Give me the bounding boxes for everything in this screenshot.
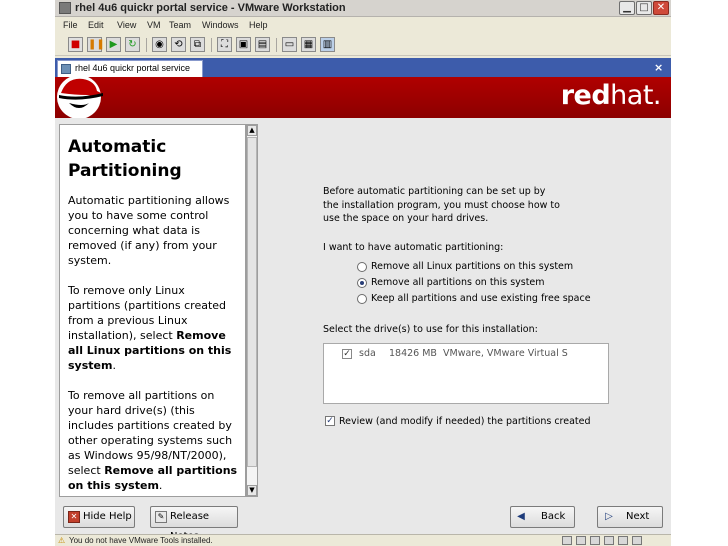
tab-rhel-vm[interactable]: rhel 4u6 quickr portal service [57, 60, 203, 77]
drive-size: 18426 MB [389, 347, 437, 359]
sound-icon[interactable] [618, 536, 628, 545]
radio-button[interactable] [357, 261, 367, 272]
help-text: . [112, 359, 116, 372]
next-button[interactable]: ▷ Next [597, 506, 663, 528]
help-panel: Automatic Partitioning Automatic partiti… [59, 124, 246, 497]
floppy-icon[interactable] [632, 536, 642, 545]
snapshot-icon[interactable]: ◉ [152, 37, 167, 52]
window-title: rhel 4u6 quickr portal service - VMware … [75, 2, 346, 14]
release-notes-button[interactable]: ✎ Release Notes [150, 506, 238, 542]
review-checkbox[interactable]: ✓ [325, 415, 335, 426]
scroll-up-icon[interactable]: ▲ [247, 125, 257, 136]
back-arrow-icon: ◀ [517, 511, 525, 522]
fullscreen-icon[interactable]: ⛶ [217, 37, 232, 52]
hide-help-label: Hide Help [83, 511, 132, 522]
menu-bar: File Edit View VM Team Windows Help [55, 18, 671, 34]
help-paragraph: To remove only Linux partitions (partiti… [68, 283, 240, 373]
status-bar: ⚠ You do not have VMware Tools installed… [55, 534, 671, 546]
next-label: Next [626, 511, 650, 522]
appliance-view-icon[interactable]: ▦ [301, 37, 316, 52]
cdrom-icon[interactable] [590, 536, 600, 545]
drive-row-sda[interactable]: ✓ sda 18426 MB VMware, VMware Virtual S [325, 344, 607, 362]
status-message: You do not have VMware Tools installed. [69, 536, 213, 545]
menu-windows[interactable]: Windows [202, 20, 239, 30]
hide-help-icon: ✕ [68, 511, 80, 523]
stop-icon[interactable]: ■ [68, 37, 83, 52]
help-content: Automatic Partitioning Automatic partiti… [68, 135, 240, 496]
menu-edit[interactable]: Edit [88, 20, 104, 30]
option-label: Remove all Linux partitions on this syst… [371, 260, 574, 272]
console-view-icon[interactable]: ▭ [282, 37, 297, 52]
disk-icon[interactable] [576, 536, 586, 545]
release-notes-icon: ✎ [155, 511, 167, 523]
radio-button[interactable] [357, 293, 367, 304]
partitioning-form: Before automatic partitioning can be set… [323, 185, 623, 429]
help-text: . [158, 479, 163, 492]
play-icon[interactable]: ▶ [106, 37, 121, 52]
option-keep-all-partitions[interactable]: Keep all partitions and use existing fre… [323, 291, 623, 306]
help-paragraph: To remove all partitions on your hard dr… [68, 388, 240, 493]
quick-switch-icon[interactable]: ▣ [236, 37, 251, 52]
summary-icon[interactable]: ▤ [255, 37, 270, 52]
help-scrollbar[interactable]: ▲ ▼ [246, 124, 258, 497]
help-title: Automatic Partitioning [68, 137, 182, 181]
title-bar: rhel 4u6 quickr portal service - VMware … [55, 0, 671, 17]
review-partitions-option[interactable]: ✓ Review (and modify if needed) the part… [323, 414, 623, 429]
partitioning-question: I want to have automatic partitioning: [323, 241, 504, 253]
brand-red: red [560, 80, 611, 111]
vm-icon [61, 64, 71, 74]
menu-file[interactable]: File [63, 20, 78, 30]
reset-icon[interactable]: ↻ [125, 37, 140, 52]
guest-screen: redhat. Automatic Partitioning Automatic… [55, 77, 671, 542]
network-icon[interactable] [562, 536, 572, 545]
back-label: Back [541, 511, 566, 522]
usb-icon[interactable] [604, 536, 614, 545]
scroll-thumb[interactable] [247, 137, 257, 467]
close-icon[interactable]: ✕ [653, 1, 669, 15]
help-paragraph: Automatic partitioning allows you to hav… [68, 194, 230, 267]
option-label: Keep all partitions and use existing fre… [371, 292, 591, 304]
scroll-down-icon[interactable]: ▼ [247, 485, 257, 496]
review-label: Review (and modify if needed) the partit… [339, 415, 591, 427]
toolbar-separator [276, 38, 277, 52]
back-button[interactable]: ◀ Back [510, 506, 575, 528]
toolbar: ■ ❚❚ ▶ ↻ ◉ ⟲ ⧉ ⛶ ▣ ▤ ▭ ▦ ▥ [55, 34, 671, 56]
shadowman-logo [57, 77, 103, 118]
hide-help-button[interactable]: ✕ Hide Help [63, 506, 135, 528]
option-remove-all-partitions[interactable]: Remove all partitions on this system [323, 275, 623, 290]
intro-text: Before automatic partitioning can be set… [323, 186, 560, 224]
vmware-window: rhel 4u6 quickr portal service - VMware … [55, 0, 671, 546]
option-remove-linux-partitions[interactable]: Remove all Linux partitions on this syst… [323, 259, 623, 274]
drive-checkbox[interactable]: ✓ [342, 348, 352, 359]
menu-team[interactable]: Team [169, 20, 191, 30]
vmware-app-icon [59, 2, 71, 14]
toolbar-separator [146, 38, 147, 52]
option-label: Remove all partitions on this system [371, 276, 545, 288]
revert-icon[interactable]: ⟲ [171, 37, 186, 52]
minimize-icon[interactable]: ▁ [619, 1, 635, 15]
vm-tab-bar: rhel 4u6 quickr portal service × [55, 58, 671, 77]
drive-model: VMware, VMware Virtual S [443, 347, 568, 359]
next-arrow-icon: ▷ [605, 511, 613, 522]
menu-vm[interactable]: VM [147, 20, 161, 30]
drive-name: sda [359, 347, 376, 359]
toolbar-separator [211, 38, 212, 52]
close-tab-icon[interactable]: × [654, 61, 663, 74]
menu-view[interactable]: View [117, 20, 136, 30]
drives-label: Select the drive(s) to use for this inst… [323, 323, 538, 335]
brand-hat: hat. [610, 80, 661, 111]
menu-help[interactable]: Help [249, 20, 268, 30]
maximize-icon[interactable]: □ [636, 1, 652, 15]
warning-icon: ⚠ [58, 536, 66, 545]
thumbnail-icon[interactable]: ▥ [320, 37, 335, 52]
drive-list: ✓ sda 18426 MB VMware, VMware Virtual S [323, 342, 609, 404]
radio-button-selected[interactable] [357, 277, 367, 288]
snapshot-manager-icon[interactable]: ⧉ [190, 37, 205, 52]
redhat-logo-text: redhat. [560, 80, 662, 111]
tab-label: rhel 4u6 quickr portal service [75, 63, 191, 73]
redhat-banner: redhat. [55, 77, 671, 118]
pause-icon[interactable]: ❚❚ [87, 37, 105, 52]
